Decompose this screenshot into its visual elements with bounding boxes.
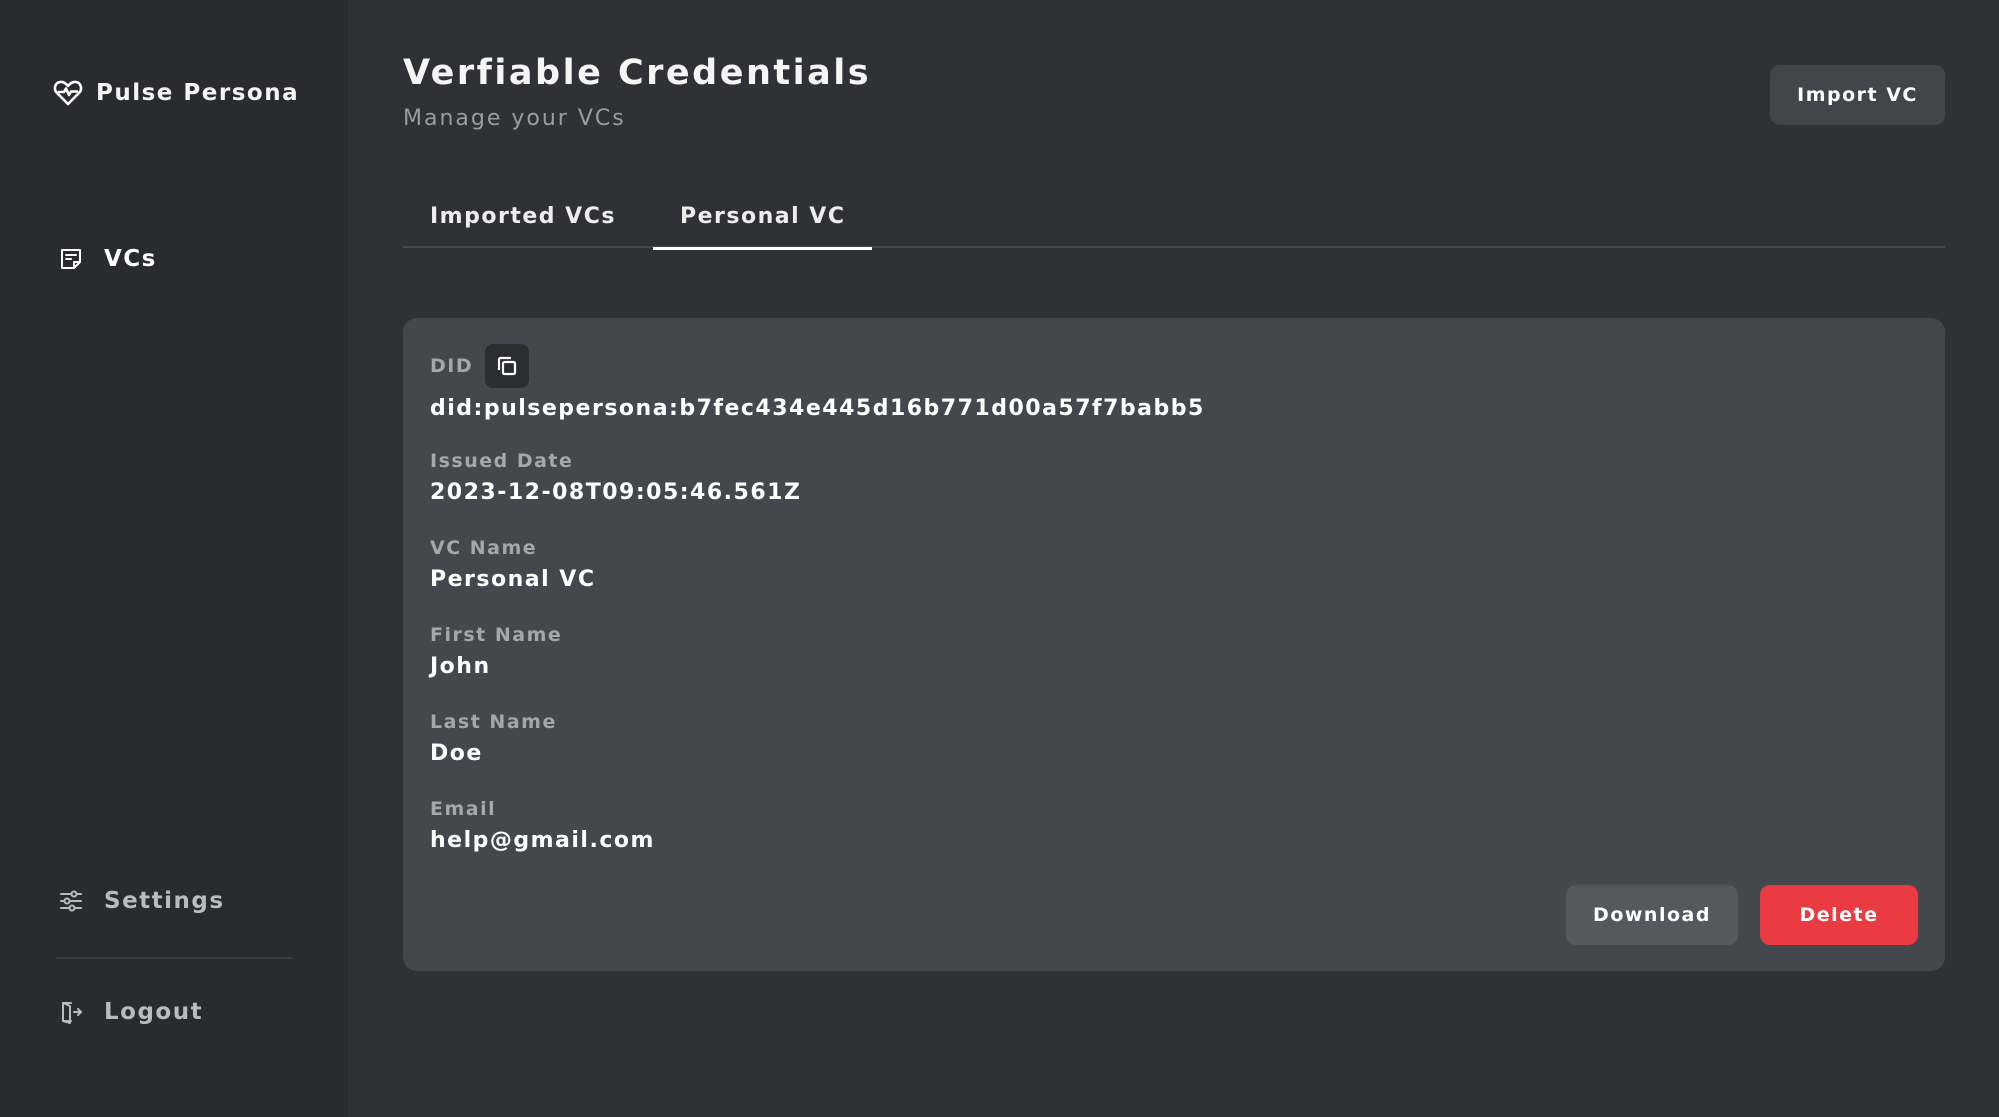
note-icon: [58, 246, 84, 272]
field-value: Doe: [430, 741, 483, 766]
last-name-field: Last Name Doe: [430, 710, 557, 766]
import-vc-button[interactable]: Import VC: [1770, 65, 1945, 125]
field-label: First Name: [430, 624, 563, 646]
main-content: Verfiable Credentials Manage your VCs Im…: [348, 0, 1999, 1117]
copy-did-button[interactable]: [485, 344, 530, 388]
delete-button[interactable]: Delete: [1760, 885, 1918, 945]
vc-name-field: VC Name Personal VC: [430, 536, 595, 592]
field-value: Personal VC: [430, 567, 596, 592]
brand-name: Pulse Persona: [96, 80, 300, 106]
tab-imported-vcs[interactable]: Imported VCs: [403, 185, 653, 248]
logout-icon: [58, 999, 84, 1025]
card-actions: Download Delete: [1566, 885, 1918, 945]
did-label: DID: [430, 355, 474, 377]
heart-pulse-icon: [52, 77, 84, 109]
sidebar-item-label: Settings: [104, 888, 225, 914]
sidebar-item-settings[interactable]: Settings: [58, 888, 225, 914]
tab-personal-vc[interactable]: Personal VC: [653, 185, 873, 250]
sidebar-item-vcs[interactable]: VCs: [58, 246, 157, 272]
field-label: Email: [430, 798, 497, 820]
field-value: John: [430, 654, 491, 679]
issued-date-field: Issued Date 2023-12-08T09:05:46.561Z: [430, 449, 801, 505]
sidebar-divider: [56, 957, 292, 959]
sidebar-item-label: Logout: [104, 999, 204, 1025]
credential-card: DID did:pulsepersona:b7fec434e445d16b771…: [403, 318, 1945, 971]
page-subtitle: Manage your VCs: [403, 106, 626, 131]
app-root: Pulse Persona VCs Settings Logout Verfia…: [0, 0, 1999, 1117]
field-value: 2023-12-08T09:05:46.561Z: [430, 480, 802, 505]
field-label: Issued Date: [430, 450, 574, 472]
field-value: help@gmail.com: [430, 828, 655, 853]
page-title: Verfiable Credentials: [403, 53, 872, 93]
did-value: did:pulsepersona:b7fec434e445d16b771d00a…: [430, 396, 1205, 421]
sidebar-item-logout[interactable]: Logout: [58, 999, 203, 1025]
download-button[interactable]: Download: [1566, 885, 1738, 945]
tab-bar: Imported VCs Personal VC: [403, 185, 1945, 250]
email-field: Email help@gmail.com: [430, 797, 655, 853]
copy-icon: [496, 355, 518, 377]
sidebar: Pulse Persona VCs Settings Logout: [0, 0, 348, 1117]
brand: Pulse Persona: [52, 77, 299, 109]
did-field: DID did:pulsepersona:b7fec434e445d16b771…: [430, 344, 1205, 421]
sidebar-item-label: VCs: [104, 246, 157, 272]
field-label: Last Name: [430, 711, 557, 733]
first-name-field: First Name John: [430, 623, 562, 679]
did-label-row: DID: [430, 344, 1205, 388]
field-label: VC Name: [430, 537, 538, 559]
sliders-icon: [58, 888, 84, 914]
